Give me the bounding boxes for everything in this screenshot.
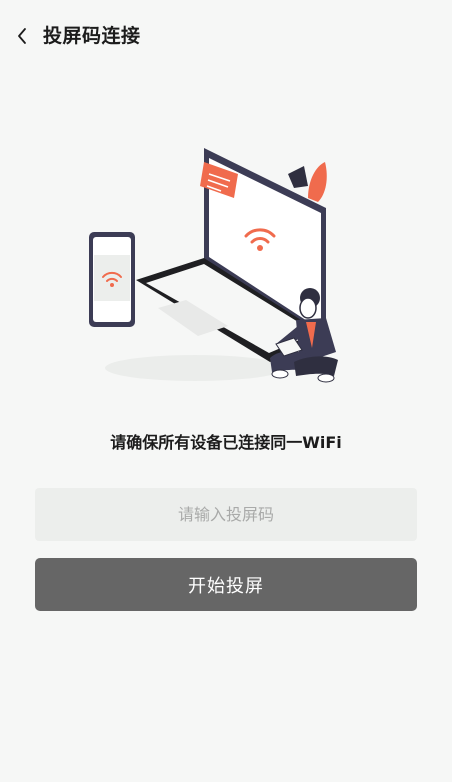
header: 投屏码连接 <box>0 0 452 72</box>
screen-code-input[interactable] <box>35 488 417 541</box>
back-button[interactable] <box>8 20 36 52</box>
connection-illustration <box>89 148 338 383</box>
start-mirroring-button[interactable]: 开始投屏 <box>35 558 417 611</box>
chevron-left-icon <box>18 28 26 44</box>
page-title: 投屏码连接 <box>43 25 141 47</box>
wifi-requirement-text: 请确保所有设备已连接同一WiFi <box>110 433 342 452</box>
screen-mirror-code-page: 投屏码连接 请确保所有设备已连接同一WiFi 请输入投屏码 开始投屏 <box>0 0 452 782</box>
